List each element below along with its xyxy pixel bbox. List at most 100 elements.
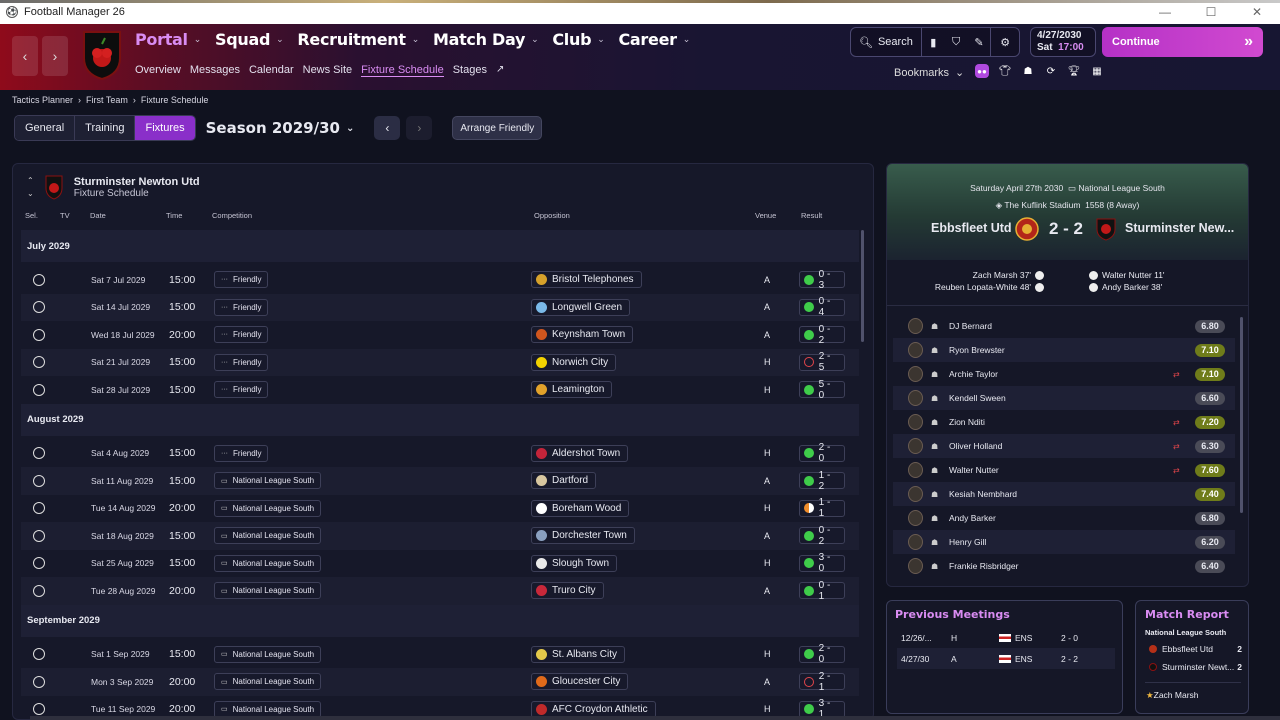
result-badge[interactable]: 0 - 2	[799, 525, 845, 547]
collapse-toggle[interactable]: ⌃ ⌄	[27, 174, 34, 200]
result-badge[interactable]: 1 - 1	[799, 497, 845, 519]
fixture-row[interactable]: Sat 4 Aug 2029 15:00 ··· Friendly Aldershot …	[21, 440, 859, 468]
player-row[interactable]: ☗ Frankie Risbridger 6.40	[893, 554, 1235, 578]
opposition-badge[interactable]: St. Albans City	[531, 645, 626, 663]
competition-badge[interactable]: ▭ National League South	[214, 645, 322, 663]
opposition-badge[interactable]: Truro City	[531, 582, 604, 600]
player-row[interactable]: ☗ Ryon Brewster 7.10	[893, 338, 1235, 362]
player-row[interactable]: ☗ Archie Taylor ⇄ 7.10	[893, 362, 1235, 386]
player-name[interactable]: DJ Bernard	[949, 321, 992, 331]
fixture-row[interactable]: Sat 28 Jul 2029 15:00 ··· Friendly Leamingto…	[21, 376, 859, 404]
fixture-row[interactable]: Mon 3 Sep 2029 20:00 ▭ National League Sout…	[21, 668, 859, 696]
maximize-icon[interactable]: ☐	[1188, 0, 1234, 24]
nav-squad[interactable]: Squad ⌄	[215, 30, 284, 49]
opposition-badge[interactable]: Leamington	[531, 381, 613, 399]
opposition-badge[interactable]: Dorchester Town	[531, 527, 635, 545]
club-crest[interactable]	[80, 28, 124, 80]
continue-button[interactable]: Continue »	[1102, 27, 1263, 57]
breadcrumb-item[interactable]: Tactics Planner	[12, 95, 73, 105]
fixture-row[interactable]: Tue 28 Aug 2029 20:00 ▭ National League Sou…	[21, 577, 859, 605]
player-name[interactable]: Kesiah Nembhard	[949, 489, 1017, 499]
select-radio[interactable]	[33, 648, 45, 661]
player-name[interactable]: Kendell Sween	[949, 393, 1006, 403]
col-time[interactable]: Time	[166, 211, 182, 220]
competition-badge[interactable]: ▭ National League South	[214, 673, 322, 691]
result-badge[interactable]: 0 - 3	[799, 269, 845, 291]
player-row[interactable]: ☗ Henry Gill 6.20	[893, 530, 1235, 554]
arrange-friendly-button[interactable]: Arrange Friendly	[452, 116, 543, 140]
competition-badge[interactable]: ··· Friendly	[214, 271, 269, 289]
kit-icon[interactable]: 👕︎	[998, 64, 1012, 78]
competition-badge[interactable]: ▭ National League South	[214, 499, 322, 517]
back-button[interactable]: ‹	[12, 36, 38, 76]
opposition-badge[interactable]: Slough Town	[531, 554, 618, 572]
col-result[interactable]: Result	[801, 211, 822, 220]
col-sel[interactable]: Sel.	[25, 211, 38, 220]
player-row[interactable]: ☗ Kendell Sween 6.60	[893, 386, 1235, 410]
col-tv[interactable]: TV	[60, 211, 70, 220]
staff-icon[interactable]: ☗	[1021, 64, 1035, 78]
competition-badge[interactable]: ▭ National League South	[214, 527, 322, 545]
previous-meetings-title[interactable]: Previous Meetings	[895, 608, 1010, 621]
subnav-messages[interactable]: Messages	[190, 64, 240, 77]
result-badge[interactable]: 0 - 2	[799, 324, 845, 346]
opposition-badge[interactable]: Aldershot Town	[531, 444, 629, 462]
result-badge[interactable]: 2 - 0	[799, 442, 845, 464]
player-row[interactable]: ☗ DJ Bernard 6.80	[893, 314, 1235, 338]
competition-badge[interactable]: ··· Friendly	[214, 298, 269, 316]
fixture-row[interactable]: Sat 21 Jul 2029 15:00 ··· Friendly Norwich C…	[21, 348, 859, 376]
competition-badge[interactable]: ▭ National League South	[214, 554, 322, 572]
fixture-row[interactable]: Sat 25 Aug 2029 15:00 ▭ National League Sou…	[21, 550, 859, 578]
player-name[interactable]: Andy Barker	[949, 513, 996, 523]
bookmark-icon[interactable]: ▮	[922, 28, 945, 56]
competition-badge[interactable]: ··· Friendly	[214, 444, 269, 462]
col-date[interactable]: Date	[90, 211, 106, 220]
breadcrumb-item[interactable]: Fixture Schedule	[141, 95, 209, 105]
nav-club[interactable]: Club ⌄	[552, 30, 604, 49]
result-badge[interactable]: 2 - 5	[799, 351, 845, 373]
select-radio[interactable]	[33, 703, 45, 716]
col-opposition[interactable]: Opposition	[534, 211, 570, 220]
result-badge[interactable]: 1 - 2	[799, 470, 845, 492]
tab-fixtures[interactable]: Fixtures	[135, 116, 195, 140]
schedule-scrollbar[interactable]	[861, 230, 864, 342]
nav-career[interactable]: Career ⌄	[618, 30, 690, 49]
trophy-icon[interactable]: 🏆︎	[1067, 64, 1081, 78]
nav-portal[interactable]: Portal ⌄	[135, 30, 201, 49]
result-badge[interactable]: 0 - 4	[799, 296, 845, 318]
player-row[interactable]: ☗ Walter Nutter ⇄ 7.60	[893, 458, 1235, 482]
search-button[interactable]: 🔍︎ Search	[851, 28, 922, 56]
meeting-row[interactable]: 12/26/... H ENS 2 - 0	[897, 627, 1115, 648]
col-venue[interactable]: Venue	[755, 211, 776, 220]
select-radio[interactable]	[33, 273, 45, 286]
calendar-icon[interactable]: ▦	[1090, 64, 1104, 78]
chat-icon[interactable]: ●●	[975, 64, 989, 78]
opposition-badge[interactable]: Norwich City	[531, 353, 617, 371]
players-scrollbar[interactable]	[1240, 317, 1243, 513]
player-name[interactable]: Oliver Holland	[949, 441, 1002, 451]
subnav-fixture-schedule[interactable]: Fixture Schedule	[361, 64, 444, 77]
opposition-badge[interactable]: Bristol Telephones	[531, 271, 642, 289]
fixture-row[interactable]: Sat 7 Jul 2029 15:00 ··· Friendly Bristol Te…	[21, 266, 859, 294]
fixture-row[interactable]: Sat 11 Aug 2029 15:00 ▭ National League Sou…	[21, 467, 859, 495]
subnav-overview[interactable]: Overview	[135, 64, 181, 77]
player-name[interactable]: Walter Nutter	[949, 465, 999, 475]
select-radio[interactable]	[33, 328, 45, 341]
competition-badge[interactable]: ··· Friendly	[214, 326, 269, 344]
breadcrumb-item[interactable]: First Team	[86, 95, 128, 105]
minimize-icon[interactable]: —	[1142, 0, 1188, 24]
result-badge[interactable]: 3 - 0	[799, 552, 845, 574]
refresh-icon[interactable]: ⟳	[1044, 64, 1058, 78]
col-competition[interactable]: Competition	[212, 211, 252, 220]
result-badge[interactable]: 0 - 1	[799, 580, 845, 602]
select-radio[interactable]	[33, 557, 45, 570]
player-row[interactable]: ☗ Kesiah Nembhard 7.40	[893, 482, 1235, 506]
competition-badge[interactable]: ▭ National League South	[214, 582, 322, 600]
tab-training[interactable]: Training	[75, 116, 136, 140]
competition-badge[interactable]: ▭ National League South	[214, 472, 322, 490]
forward-button[interactable]: ›	[42, 36, 68, 76]
opposition-badge[interactable]: Boreham Wood	[531, 499, 630, 517]
subnav-stages[interactable]: Stages	[453, 64, 487, 77]
next-season-button[interactable]: ›	[406, 116, 433, 140]
select-radio[interactable]	[33, 474, 45, 487]
